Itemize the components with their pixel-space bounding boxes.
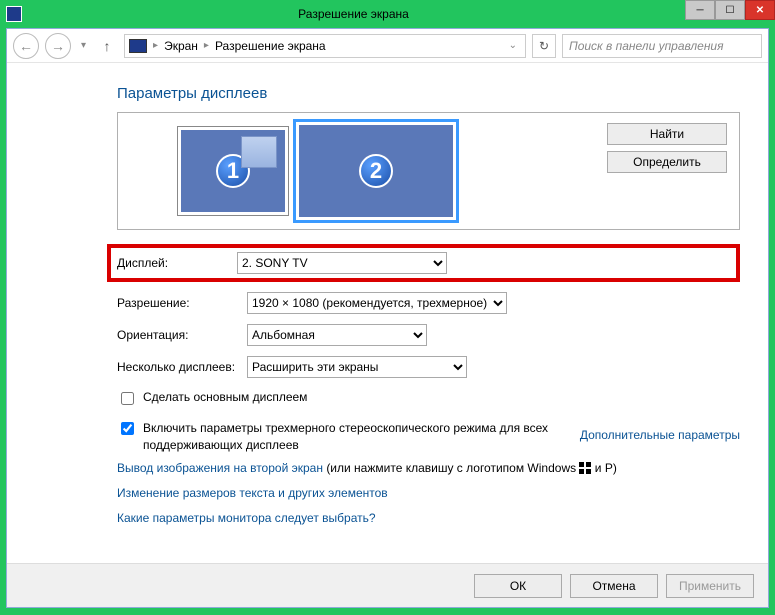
close-button[interactable] — [745, 0, 775, 20]
search-input[interactable]: Поиск в панели управления — [562, 34, 762, 58]
cancel-button[interactable]: Отмена — [570, 574, 658, 598]
chevron-right-icon: ▸ — [153, 40, 158, 51]
chevron-right-icon: ▸ — [204, 40, 209, 51]
content-area: Параметры дисплеев 1 2 Найти Определить … — [7, 63, 768, 563]
monitor-2-selected[interactable]: 2 — [296, 122, 456, 220]
monitor-1-badge: 1 — [216, 154, 250, 188]
breadcrumb-root[interactable]: Экран — [164, 39, 198, 53]
forward-button[interactable]: → — [45, 33, 71, 59]
stereo-3d-checkbox[interactable] — [121, 422, 134, 435]
monitor-1[interactable]: 1 — [178, 127, 288, 215]
orientation-label: Ориентация: — [117, 328, 247, 342]
make-main-checkbox[interactable] — [121, 392, 134, 405]
resolution-label: Разрешение: — [117, 296, 247, 310]
history-dropdown-icon[interactable]: ▾ — [77, 40, 90, 51]
project-link[interactable]: Вывод изображения на второй экран — [117, 461, 323, 475]
windows-key-icon — [579, 462, 591, 474]
minimize-button[interactable] — [685, 0, 715, 20]
window-frame: Разрешение экрана ← → ▾ ↑ ▸ Экран ▸ Разр… — [0, 0, 775, 615]
search-placeholder: Поиск в панели управления — [569, 39, 724, 53]
make-main-label: Сделать основным дисплеем — [143, 390, 307, 404]
highlighted-display-row: Дисплей: 2. SONY TV — [107, 244, 740, 282]
identify-button[interactable]: Определить — [607, 151, 727, 173]
page-title: Параметры дисплеев — [117, 85, 740, 102]
advanced-settings-link[interactable]: Дополнительные параметры — [580, 428, 740, 442]
display-label: Дисплей: — [117, 256, 237, 270]
back-button[interactable]: ← — [13, 33, 39, 59]
refresh-button[interactable]: ↻ — [532, 34, 556, 58]
stereo-3d-row: Включить параметры трехмерного стереоско… — [117, 420, 637, 454]
address-bar[interactable]: ▸ Экран ▸ Разрешение экрана ⌄ — [124, 34, 526, 58]
text-size-link[interactable]: Изменение размеров текста и других элеме… — [117, 486, 388, 500]
ok-button[interactable]: ОК — [474, 574, 562, 598]
monitor-2-badge: 2 — [359, 154, 393, 188]
display-select[interactable]: 2. SONY TV — [237, 252, 447, 274]
detect-button[interactable]: Найти — [607, 123, 727, 145]
titlebar[interactable]: Разрешение экрана — [0, 0, 775, 28]
resolution-select[interactable]: 1920 × 1080 (рекомендуется, трехмерное) — [247, 292, 507, 314]
chevron-down-icon[interactable]: ⌄ — [509, 40, 521, 51]
window-controls — [685, 0, 775, 20]
orientation-select[interactable]: Альбомная — [247, 324, 427, 346]
bottom-links: Вывод изображения на второй экран (или н… — [117, 456, 740, 532]
make-main-row: Сделать основным дисплеем — [117, 390, 637, 408]
breadcrumb-current[interactable]: Разрешение экрана — [215, 39, 326, 53]
window-body: ← → ▾ ↑ ▸ Экран ▸ Разрешение экрана ⌄ ↻ … — [6, 28, 769, 608]
stereo-3d-label: Включить параметры трехмерного стереоско… — [143, 420, 637, 454]
maximize-button[interactable] — [715, 0, 745, 20]
project-tail-text: и P) — [595, 461, 617, 475]
which-monitor-link[interactable]: Какие параметры монитора следует выбрать… — [117, 511, 376, 525]
multi-display-label: Несколько дисплеев: — [117, 360, 247, 374]
up-button[interactable]: ↑ — [96, 35, 118, 57]
app-icon — [6, 6, 22, 22]
display-arrangement-panel[interactable]: 1 2 Найти Определить — [117, 112, 740, 230]
footer-bar: ОК Отмена Применить — [7, 563, 768, 607]
project-suffix-text: (или нажмите клавишу с логотипом Windows — [326, 461, 579, 475]
window-title: Разрешение экрана — [22, 7, 685, 21]
apply-button[interactable]: Применить — [666, 574, 754, 598]
monitor-icon — [129, 39, 147, 53]
settings-form: Дисплей: 2. SONY TV Разрешение: 1920 × 1… — [117, 244, 740, 378]
navbar: ← → ▾ ↑ ▸ Экран ▸ Разрешение экрана ⌄ ↻ … — [7, 29, 768, 63]
multi-display-select[interactable]: Расширить эти экраны — [247, 356, 467, 378]
